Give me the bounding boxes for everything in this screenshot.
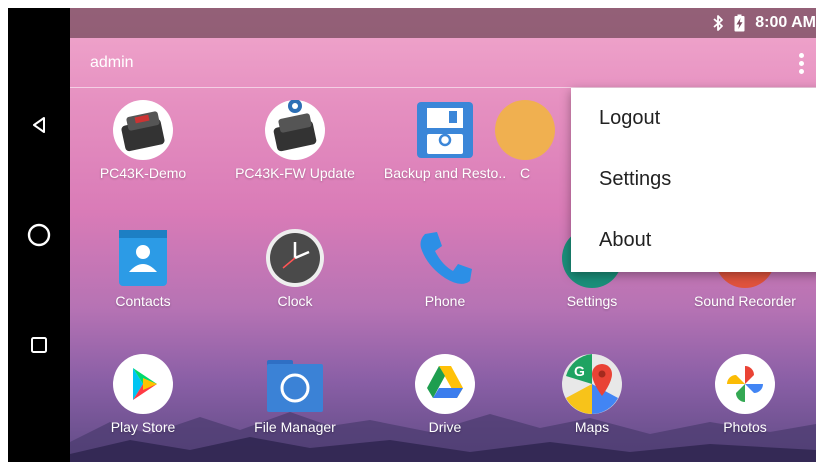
back-button[interactable] <box>24 110 54 140</box>
recents-button[interactable] <box>24 330 54 360</box>
app-label: PC43K-FW Update <box>235 165 355 181</box>
recents-icon <box>31 337 47 353</box>
app-hidden-behind-menu[interactable]: C <box>485 100 565 181</box>
app-bar: admin <box>70 38 816 88</box>
folder-icon <box>265 354 325 414</box>
app-pc43k-fw-update[interactable]: PC43K-FW Update <box>225 100 365 181</box>
more-vert-icon <box>798 52 804 58</box>
status-bar: 8:00 AM <box>70 8 816 38</box>
menu-item-logout[interactable]: Logout <box>571 88 816 149</box>
contacts-icon <box>113 228 173 288</box>
home-icon <box>27 223 51 247</box>
bluetooth-icon <box>713 15 724 31</box>
status-time: 8:00 AM <box>755 14 816 31</box>
app-contacts[interactable]: Contacts <box>73 228 213 309</box>
drive-icon <box>415 354 475 414</box>
app-label: Maps <box>574 419 610 435</box>
app-label: Play Store <box>110 419 176 435</box>
floppy-disk-icon <box>415 100 475 160</box>
app-photos[interactable]: Photos <box>675 354 815 435</box>
app-play-store[interactable]: Play Store <box>73 354 213 435</box>
app-drive[interactable]: Drive <box>375 354 515 435</box>
user-name: admin <box>90 54 134 71</box>
play-store-icon <box>113 354 173 414</box>
phone-icon <box>415 228 475 288</box>
more-options-button[interactable] <box>790 50 812 76</box>
menu-item-settings[interactable]: Settings <box>571 149 816 210</box>
app-label: Photos <box>723 419 767 435</box>
app-file-manager[interactable]: File Manager <box>225 354 365 435</box>
app-label: PC43K-Demo <box>99 165 187 181</box>
maps-icon: G <box>562 354 622 414</box>
home-button[interactable] <box>24 220 54 250</box>
app-label: Sound Recorder <box>694 293 796 309</box>
app-pc43k-demo[interactable]: PC43K-Demo <box>73 100 213 181</box>
battery-charging-icon <box>734 14 745 32</box>
app-phone[interactable]: Phone <box>375 228 515 309</box>
device-screen: 8:00 AM admin PC43K-Demo PC43K-FW Update <box>8 8 816 462</box>
app-maps[interactable]: G Maps <box>522 354 662 435</box>
printer-update-icon <box>265 100 325 160</box>
photos-icon <box>715 354 775 414</box>
clock-icon <box>265 228 325 288</box>
printer-icon <box>113 100 173 160</box>
app-clock[interactable]: Clock <box>225 228 365 309</box>
app-label: C <box>519 165 531 181</box>
navigation-bar <box>8 8 70 462</box>
menu-item-about[interactable]: About <box>571 210 816 271</box>
back-icon <box>33 117 45 133</box>
app-label: File Manager <box>254 419 336 435</box>
app-label: Clock <box>277 293 313 309</box>
app-label: Settings <box>566 293 618 309</box>
app-label: Phone <box>424 293 466 309</box>
app-label: Contacts <box>115 293 171 309</box>
svg-text:G: G <box>574 363 585 379</box>
app-label: Drive <box>428 419 462 435</box>
app-icon <box>495 100 555 160</box>
overflow-menu: Logout Settings About <box>571 88 816 272</box>
